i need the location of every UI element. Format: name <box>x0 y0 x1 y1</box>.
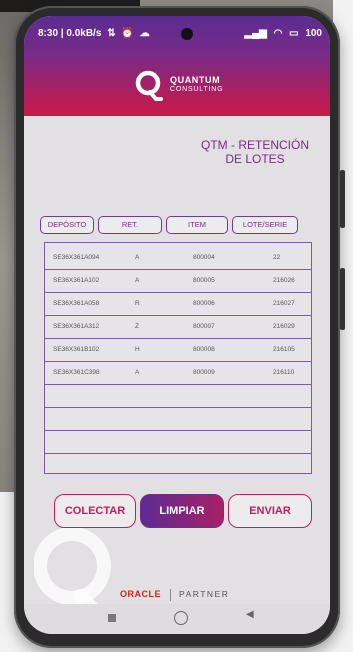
signal-icon: ▂▄▆ <box>244 28 267 39</box>
wifi-icon: ◠ <box>273 28 283 39</box>
status-time-speed: 8:30 | 0.0kB/s <box>38 28 102 39</box>
cell-ret: H <box>135 346 140 353</box>
table-row[interactable]: SE36X361A058 R 800006 216027 <box>45 293 311 316</box>
column-headers: DEPÓSITO RET. ITEM LOTE/SERIE <box>40 216 316 236</box>
table-row-empty[interactable] <box>45 431 311 454</box>
cell-deposito: SE36X361C398 <box>53 369 100 376</box>
divider <box>169 588 171 601</box>
recents-icon[interactable] <box>108 614 116 622</box>
column-header-item[interactable]: ITEM <box>166 216 228 234</box>
cell-lote: 216105 <box>273 346 295 353</box>
collect-button[interactable]: COLECTAR <box>54 494 136 528</box>
column-header-ret[interactable]: RET. <box>98 216 162 234</box>
status-bar: 8:30 | 0.0kB/s ⇅ ⏰ ☁ ▂▄▆ ◠ ▭ 100 <box>36 26 322 44</box>
table-row[interactable]: SE36X361B102 H 800008 216105 <box>45 339 311 362</box>
cell-ret: A <box>135 369 140 376</box>
oracle-partner-logo: ORACLE PARTNER <box>120 586 260 602</box>
cell-ret: A <box>135 254 140 261</box>
cell-item: 800004 <box>193 254 215 261</box>
page-title-line1: QTM - RETENCIÓN <box>201 138 309 152</box>
cell-deposito: SE36X361A312 <box>53 323 100 330</box>
cell-ret: Z <box>135 323 139 330</box>
back-icon[interactable]: ◀ <box>246 609 254 620</box>
transfer-icon: ⇅ <box>107 28 116 39</box>
power-button <box>340 268 345 330</box>
quantum-logo: QUANTUM CONSULTING <box>134 68 244 104</box>
cell-deposito: SE36X361A102 <box>53 277 100 284</box>
cell-lote: 216027 <box>273 300 295 307</box>
cell-deposito: SE36X361A094 <box>53 254 100 261</box>
send-button[interactable]: ENVIAR <box>228 494 312 528</box>
volume-button <box>340 170 345 228</box>
home-icon[interactable] <box>174 611 188 625</box>
action-buttons: COLECTAR LIMPIAR ENVIAR <box>54 494 312 530</box>
page-title: QTM - RETENCIÓN DE LOTES <box>200 138 310 166</box>
cell-item: 800005 <box>193 277 215 284</box>
brand-line1: QUANTUM <box>170 75 221 85</box>
cell-lote: 216026 <box>273 277 295 284</box>
cell-deposito: SE36X361B102 <box>53 346 100 353</box>
battery-icon: ▭ <box>289 28 299 39</box>
cell-lote: 216029 <box>273 323 295 330</box>
cell-item: 800008 <box>193 346 215 353</box>
table-row[interactable]: SE36X361C398 A 800009 216110 <box>45 362 311 385</box>
cell-item: 800006 <box>193 300 215 307</box>
cell-item: 800007 <box>193 323 215 330</box>
alarm-icon: ⏰ <box>121 28 134 39</box>
status-left: 8:30 | 0.0kB/s ⇅ ⏰ ☁ <box>38 28 150 39</box>
cell-lote: 216110 <box>273 369 295 376</box>
cell-lote: 22 <box>273 254 281 261</box>
column-header-deposito[interactable]: DEPÓSITO <box>40 216 94 234</box>
oracle-name: ORACLE <box>120 589 161 599</box>
cell-deposito: SE36X361A058 <box>53 300 100 307</box>
camera-hole <box>181 28 193 40</box>
battery-level: 100 <box>305 28 322 39</box>
data-table: SE36X361A094 A 800004 22 SE36X361A102 A … <box>44 242 312 474</box>
android-nav-bar: ◀ <box>24 604 330 634</box>
clear-button[interactable]: LIMPIAR <box>140 494 224 528</box>
quantum-q-icon <box>135 70 163 101</box>
table-row-empty[interactable] <box>45 408 311 431</box>
table-row[interactable]: SE36X361A094 A 800004 22 <box>45 247 311 270</box>
table-row[interactable]: SE36X361A102 A 800005 216026 <box>45 270 311 293</box>
cell-item: 800009 <box>193 369 215 376</box>
partner-label: PARTNER <box>179 589 230 599</box>
brand-name: QUANTUM CONSULTING <box>170 75 223 95</box>
phone-screen: 8:30 | 0.0kB/s ⇅ ⏰ ☁ ▂▄▆ ◠ ▭ 100 QUANTUM… <box>24 16 330 634</box>
cloud-icon: ☁ <box>139 28 150 39</box>
table-row-empty[interactable] <box>45 385 311 408</box>
page-title-line2: DE LOTES <box>225 152 285 166</box>
table-row[interactable]: SE36X361A312 Z 800007 216029 <box>45 316 311 339</box>
brand-line2: CONSULTING <box>170 86 224 93</box>
app-header: 8:30 | 0.0kB/s ⇅ ⏰ ☁ ▂▄▆ ◠ ▭ 100 QUANTUM… <box>24 16 330 116</box>
status-right: ▂▄▆ ◠ ▭ 100 <box>240 28 322 39</box>
cell-ret: A <box>135 277 140 284</box>
column-header-lote-serie[interactable]: LOTE/SERIE <box>232 216 298 234</box>
cell-ret: R <box>135 300 140 307</box>
